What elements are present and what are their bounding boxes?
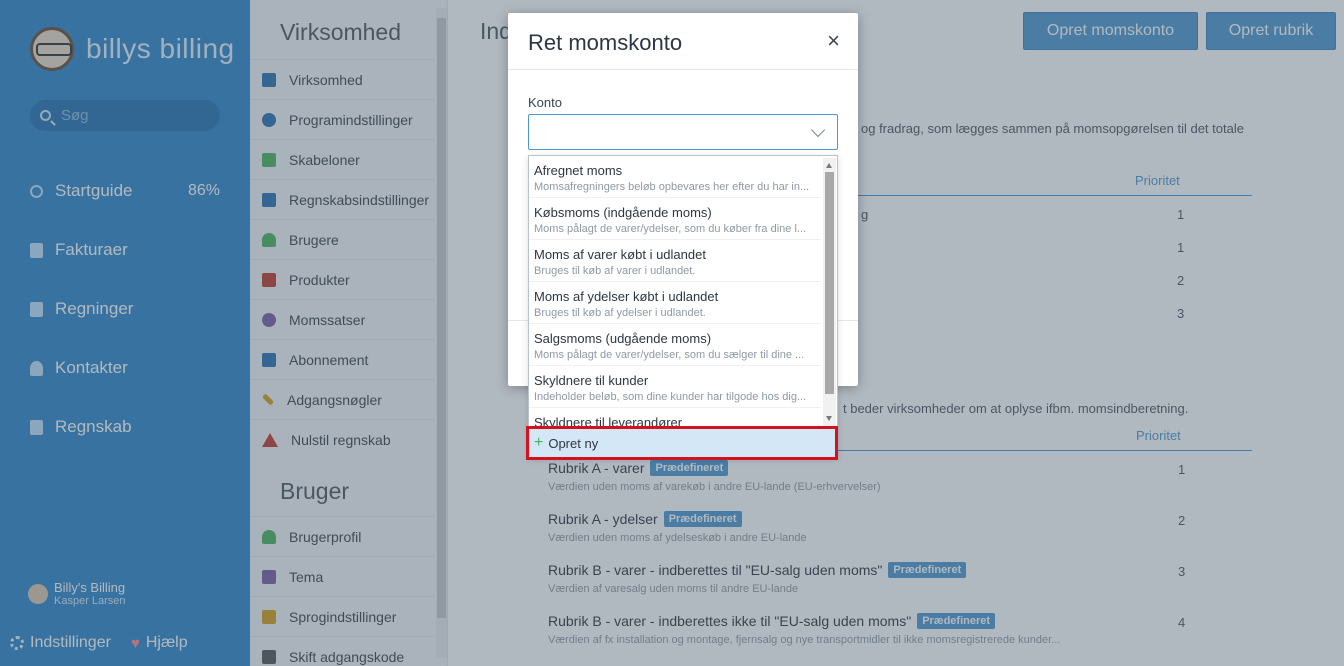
dropdown-option[interactable]: Moms af varer købt i udlandet Bruges til… (529, 240, 821, 282)
dropdown-option[interactable]: Skyldnere til kunder Indeholder beløb, s… (529, 366, 821, 408)
scroll-down-arrow-icon[interactable] (826, 416, 832, 421)
option-title: Afregnet moms (534, 163, 623, 178)
option-title: Skyldnere til leverandører (534, 415, 683, 427)
close-icon[interactable]: × (827, 30, 840, 52)
option-description: Moms pålagt de varer/ydelser, som du sæl… (534, 349, 805, 361)
account-option-list: Afregnet moms Momsafregningers beløb opb… (529, 156, 821, 427)
dropdown-option[interactable]: Købsmoms (indgående moms) Moms pålagt de… (529, 198, 821, 240)
dropdown-scrollbar[interactable] (823, 158, 836, 426)
create-new-option[interactable]: + Opret ny (526, 426, 838, 460)
plus-icon: + (534, 434, 544, 451)
dropdown-option[interactable]: Skyldnere til leverandører (529, 408, 821, 427)
create-new-label: Opret ny (548, 435, 599, 451)
option-description: Indeholder beløb, som dine kunder har ti… (534, 391, 807, 403)
option-description: Bruges til køb af ydelser i udlandet. (534, 307, 706, 319)
scrollbar-thumb[interactable] (825, 172, 834, 394)
dialog-divider (508, 69, 858, 70)
option-description: Bruges til køb af varer i udlandet. (534, 265, 696, 277)
scroll-up-arrow-icon[interactable] (826, 163, 832, 168)
dropdown-option[interactable]: Afregnet moms Momsafregningers beløb opb… (529, 156, 821, 198)
option-title: Moms af ydelser købt i udlandet (534, 289, 719, 304)
dropdown-option[interactable]: Moms af ydelser købt i udlandet Bruges t… (529, 282, 821, 324)
account-select-input[interactable] (528, 114, 838, 150)
option-description: Moms pålagt de varer/ydelser, som du køb… (534, 223, 807, 235)
option-title: Moms af varer købt i udlandet (534, 247, 706, 262)
dropdown-option[interactable]: Salgsmoms (udgående moms) Moms pålagt de… (529, 324, 821, 366)
option-description: Momsafregningers beløb opbevares her eft… (534, 181, 810, 193)
account-field-label: Konto (528, 95, 562, 110)
option-title: Skyldnere til kunder (534, 373, 649, 388)
dialog-title: Ret momskonto (528, 30, 683, 55)
option-title: Købsmoms (indgående moms) (534, 205, 712, 220)
account-dropdown: Afregnet moms Momsafregningers beløb opb… (526, 155, 838, 460)
option-title: Salgsmoms (udgående moms) (534, 331, 712, 346)
